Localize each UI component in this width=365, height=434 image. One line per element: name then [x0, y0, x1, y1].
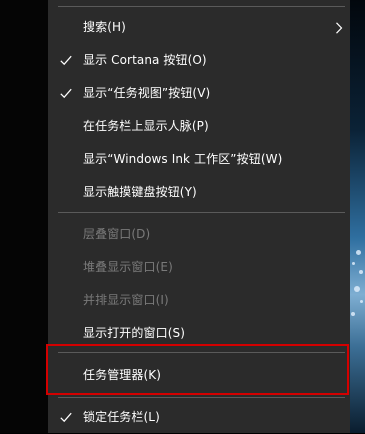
menu-item-show-people[interactable]: 在任务栏上显示人脉(P) — [48, 110, 350, 143]
check-icon — [60, 412, 72, 423]
menu-item-label: 锁定任务栏(L) — [83, 410, 160, 424]
check-icon — [60, 88, 72, 99]
menu-item-label: 显示触摸键盘按钮(Y) — [83, 185, 197, 199]
task-manager-highlight-box — [46, 344, 349, 395]
menu-item-show-touch-keyboard-button[interactable]: 显示触摸键盘按钮(Y) — [48, 176, 350, 209]
menu-item-label: 在任务栏上显示人脉(P) — [83, 119, 209, 133]
menu-item-stack-windows: 堆叠显示窗口(E) — [48, 251, 350, 284]
desktop-left-edge — [0, 0, 48, 433]
menu-item-label: 显示 Cortana 按钮(O) — [83, 53, 207, 67]
chevron-right-icon — [336, 22, 343, 34]
check-icon — [60, 55, 72, 66]
menu-item-show-cortana-button[interactable]: 显示 Cortana 按钮(O) — [48, 44, 350, 77]
menu-item-show-task-view-button[interactable]: 显示“任务视图”按钮(V) — [48, 77, 350, 110]
menu-separator — [58, 212, 345, 213]
menu-item-label: 堆叠显示窗口(E) — [83, 260, 173, 274]
menu-item-label: 显示“任务视图”按钮(V) — [83, 86, 211, 100]
menu-separator — [58, 397, 345, 398]
menu-item-label: 层叠窗口(D) — [83, 227, 151, 241]
menu-item-search[interactable]: 搜索(H) — [48, 11, 350, 44]
desktop-wallpaper — [350, 0, 365, 433]
menu-item-label: 搜索(H) — [83, 20, 126, 34]
menu-item-label: 显示“Windows Ink 工作区”按钮(W) — [83, 152, 283, 166]
menu-item-cascade-windows: 层叠窗口(D) — [48, 218, 350, 251]
menu-item-show-windows-ink-button[interactable]: 显示“Windows Ink 工作区”按钮(W) — [48, 143, 350, 176]
menu-item-label: 并排显示窗口(I) — [83, 293, 169, 307]
menu-top-separator — [58, 6, 345, 7]
menu-item-side-by-side-windows: 并排显示窗口(I) — [48, 284, 350, 317]
menu-item-lock-taskbar[interactable]: 锁定任务栏(L) — [48, 401, 350, 434]
